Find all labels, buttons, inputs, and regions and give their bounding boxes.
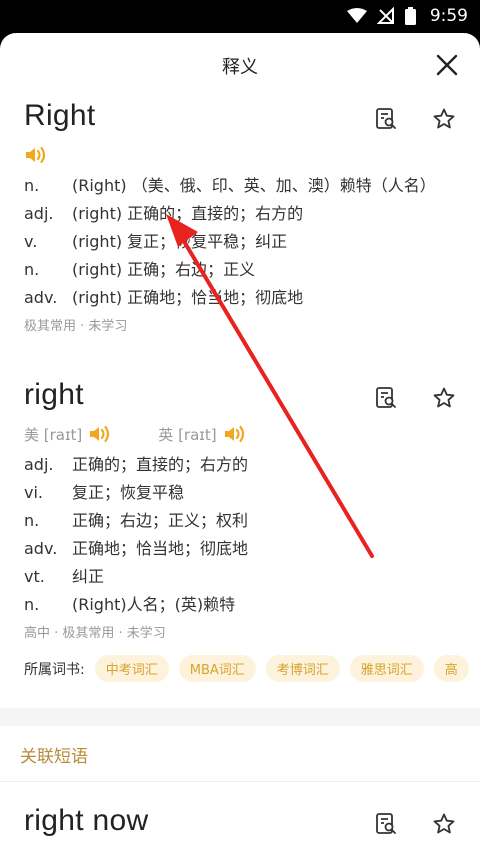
search-document-icon[interactable] — [374, 386, 398, 410]
word-book-chip[interactable]: MBA词汇 — [178, 655, 256, 682]
speaker-icon[interactable] — [223, 423, 249, 445]
search-document-icon[interactable] — [374, 107, 398, 131]
definition-row: adj. 正确的；直接的；右方的 — [24, 454, 456, 476]
part-of-speech: adj. — [24, 455, 54, 474]
star-icon[interactable] — [432, 386, 456, 410]
definition-row: adv. (right) 正确地；恰当地；彻底地 — [24, 287, 456, 309]
pronunciation-us[interactable]: 美 [raɪt] — [24, 423, 114, 445]
word-book-chip[interactable]: 雅思词汇 — [349, 655, 424, 682]
definition-sheet: 释义 Right n. (Right) （美、俄、印、英、加、澳）赖特（人名） a… — [0, 33, 480, 853]
definition-list: adj. 正确的；直接的；右方的 vi. 复正；恢复平稳 n. 正确；右边；正义；权利… — [24, 454, 456, 616]
star-icon[interactable] — [432, 812, 456, 836]
part-of-speech: vi. — [24, 483, 43, 502]
part-of-speech: n. — [24, 260, 40, 279]
signal-icon — [376, 7, 394, 24]
entry-tools — [374, 386, 456, 410]
close-icon[interactable] — [434, 52, 460, 78]
word-book-chip[interactable]: 中考词汇 — [94, 655, 169, 682]
definition-row: n. 正确；右边；正义；权利 — [24, 510, 456, 532]
definition-row: vi. 复正；恢复平稳 — [24, 482, 456, 504]
word-book-chip[interactable]: 考博词汇 — [265, 655, 340, 682]
section-divider — [0, 708, 480, 726]
definition-text: 正确地；恰当地；彻底地 — [72, 539, 249, 558]
definition-row: n. (Right)人名；(英)赖特 — [24, 594, 456, 616]
definition-row: n. (right) 正确；右边；正义 — [24, 259, 456, 281]
definition-row: vt. 纠正 — [24, 566, 456, 588]
word-book-chip[interactable]: 高 — [433, 655, 469, 682]
phrase-entry[interactable]: right now — [0, 804, 480, 838]
definition-text: (right) 正确的；直接的；右方的 — [72, 204, 304, 223]
wifi-icon — [346, 8, 367, 23]
definition-text: (right) 复正；恢复平稳；纠正 — [72, 232, 288, 251]
definition-text: 正确的；直接的；右方的 — [72, 455, 249, 474]
part-of-speech: adv. — [24, 539, 58, 558]
sheet-header: 释义 — [0, 33, 480, 99]
sheet-title: 释义 — [222, 57, 258, 78]
pronunciation-row — [24, 141, 456, 169]
battery-icon — [404, 7, 416, 25]
definition-row: adv. 正确地；恰当地；彻底地 — [24, 538, 456, 560]
search-document-icon[interactable] — [374, 812, 398, 836]
part-of-speech: n. — [24, 595, 40, 614]
part-of-speech: adv. — [24, 288, 58, 307]
definition-text: (right) 正确；右边；正义 — [72, 260, 256, 279]
pronunciation-uk-text: 英 [raɪt] — [158, 425, 217, 444]
speaker-icon[interactable] — [88, 423, 114, 445]
part-of-speech: n. — [24, 176, 40, 195]
part-of-speech: n. — [24, 511, 40, 530]
part-of-speech: adj. — [24, 204, 54, 223]
definition-list: n. (Right) （美、俄、印、英、加、澳）赖特（人名） adj. (right… — [24, 175, 456, 309]
definition-row: v. (right) 复正；恢复平稳；纠正 — [24, 231, 456, 253]
definition-text: (Right) （美、俄、印、英、加、澳）赖特（人名） — [72, 176, 436, 195]
star-icon[interactable] — [432, 107, 456, 131]
pronunciation-uk[interactable]: 英 [raɪt] — [158, 423, 248, 445]
definition-text: 纠正 — [72, 567, 105, 586]
entry-right-capital: Right n. (Right) （美、俄、印、英、加、澳）赖特（人名） adj.… — [0, 99, 480, 334]
word-books-label: 所属词书: — [24, 661, 85, 678]
entry-meta: 高中 · 极其常用 · 未学习 — [24, 626, 166, 641]
definition-row: adj. (right) 正确的；直接的；右方的 — [24, 203, 456, 225]
part-of-speech: v. — [24, 232, 38, 251]
definition-row: n. (Right) （美、俄、印、英、加、澳）赖特（人名） — [24, 175, 456, 197]
status-bar: 9:59 — [0, 0, 480, 33]
pronunciation-us-text: 美 [raɪt] — [24, 425, 83, 444]
definition-text: (right) 正确地；恰当地；彻底地 — [72, 288, 304, 307]
status-time: 9:59 — [429, 6, 468, 26]
entry-meta: 极其常用 · 未学习 — [24, 319, 128, 334]
speaker-icon[interactable] — [24, 144, 50, 166]
pronunciation-row: 美 [raɪt] 英 [raɪt] — [24, 420, 456, 448]
entry-right: right 美 [raɪt] 英 [raɪt] adj. 正确的；直接的；右方的 … — [0, 378, 480, 682]
definition-text: 复正；恢复平稳 — [72, 483, 185, 502]
entry-tools — [374, 812, 456, 836]
definition-text: 正确；右边；正义；权利 — [72, 511, 249, 530]
definition-text: (Right)人名；(英)赖特 — [72, 595, 236, 614]
related-phrases-title: 关联短语 — [0, 726, 480, 782]
part-of-speech: vt. — [24, 567, 45, 586]
word-books: 所属词书: 中考词汇 MBA词汇 考博词汇 雅思词汇 高 — [24, 655, 469, 682]
entry-tools — [374, 107, 456, 131]
